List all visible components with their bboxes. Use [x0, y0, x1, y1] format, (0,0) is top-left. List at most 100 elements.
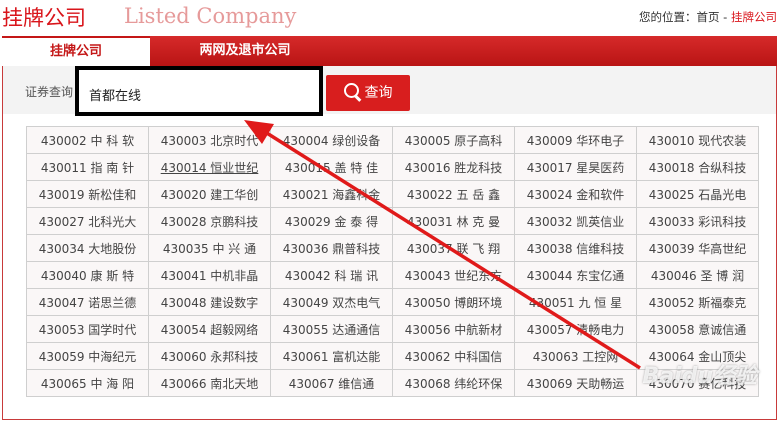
company-link[interactable]: 430036 鼎普科技: [270, 234, 393, 262]
company-label: 430032 凯英信业: [526, 214, 625, 229]
company-link[interactable]: 430038 信维科技: [514, 234, 637, 262]
company-label: 430033 彩讯科技: [648, 214, 747, 229]
company-link[interactable]: 430022 五 岳 鑫: [392, 180, 515, 208]
breadcrumb-current: 挂牌公司: [731, 10, 777, 24]
company-link[interactable]: 430050 博朗环境: [392, 288, 515, 316]
company-link[interactable]: 430020 建工华创: [148, 180, 271, 208]
company-label: 430002 中 科 软: [40, 133, 135, 148]
company-label: 430054 超毅网络: [160, 322, 259, 337]
company-link[interactable]: 430061 富机达能: [270, 342, 393, 370]
breadcrumb-home-link[interactable]: 首页: [697, 10, 720, 24]
company-link[interactable]: 430028 京鹏科技: [148, 207, 271, 235]
company-label: 430065 中 海 阳: [40, 376, 135, 391]
company-link[interactable]: 430049 双杰电气: [270, 288, 393, 316]
company-link[interactable]: 430025 石晶光电: [636, 180, 759, 208]
company-link[interactable]: 430059 中海纪元: [26, 342, 149, 370]
company-link[interactable]: 430032 凯英信业: [514, 207, 637, 235]
search-button[interactable]: 查询: [326, 75, 410, 111]
company-label: 430003 北京时代: [160, 133, 259, 148]
company-label: 430035 中 兴 通: [162, 241, 257, 256]
search-input[interactable]: [87, 82, 311, 106]
company-link[interactable]: 430011 指 南 针: [26, 153, 149, 181]
company-link[interactable]: 430019 新松佳和: [26, 180, 149, 208]
company-label: 430046 圣 博 润: [650, 268, 745, 283]
tab-listed-companies[interactable]: 挂牌公司: [2, 36, 150, 66]
table-row: 430011 指 南 针 430014 恒业世纪 430015 盖 特 佳 43001…: [26, 153, 759, 181]
company-link[interactable]: 430034 大地股份: [26, 234, 149, 262]
company-link[interactable]: 430002 中 科 软: [26, 126, 149, 154]
company-link[interactable]: 430053 国学时代: [26, 315, 149, 343]
company-link[interactable]: 430069 天助畅运: [514, 369, 637, 397]
company-link[interactable]: 430068 纬纶环保: [392, 369, 515, 397]
table-row: 430053 国学时代 430054 超毅网络 430055 达通通信 430056 …: [26, 315, 759, 343]
company-link[interactable]: 430009 华环电子: [514, 126, 637, 154]
company-link[interactable]: 430041 中机非晶: [148, 261, 271, 289]
company-link[interactable]: 430063 工控网: [514, 342, 637, 370]
company-link[interactable]: 430039 华高世纪: [636, 234, 759, 262]
company-link[interactable]: 430044 东宝亿通: [514, 261, 637, 289]
company-link[interactable]: 430033 彩讯科技: [636, 207, 759, 235]
company-link[interactable]: 430057 清畅电力: [514, 315, 637, 343]
company-label: 430020 建工华创: [160, 187, 259, 202]
company-link[interactable]: 430043 世纪东方: [392, 261, 515, 289]
company-link[interactable]: 430047 诺思兰德: [26, 288, 149, 316]
company-link[interactable]: 430062 中科国信: [392, 342, 515, 370]
company-label: 430050 博朗环境: [404, 295, 503, 310]
company-link[interactable]: 430067 维信通: [270, 369, 393, 397]
company-label: 430055 达通通信: [282, 322, 381, 337]
company-label: 430024 金和软件: [526, 187, 625, 202]
company-label: 430009 华环电子: [526, 133, 625, 148]
company-link[interactable]: 430056 中航新材: [392, 315, 515, 343]
company-link[interactable]: 430040 康 斯 特: [26, 261, 149, 289]
company-link[interactable]: 430066 南北天地: [148, 369, 271, 397]
company-label: 430022 五 岳 鑫: [406, 187, 501, 202]
company-link[interactable]: 430058 意诚信通: [636, 315, 759, 343]
company-link[interactable]: 430031 林 克 曼: [392, 207, 515, 235]
search-icon: [343, 83, 359, 98]
company-link[interactable]: 430016 胜龙科技: [392, 153, 515, 181]
company-link[interactable]: 430005 原子高科: [392, 126, 515, 154]
company-link[interactable]: 430055 达通通信: [270, 315, 393, 343]
company-link[interactable]: 430051 九 恒 星: [514, 288, 637, 316]
search-label: 证券查询: [25, 85, 74, 99]
company-label: 430017 星昊医药: [526, 160, 625, 175]
company-link[interactable]: 430018 合纵科技: [636, 153, 759, 181]
company-link[interactable]: 430052 斯福泰克: [636, 288, 759, 316]
company-link[interactable]: 430003 北京时代: [148, 126, 271, 154]
company-label: 430060 永邦科技: [160, 349, 259, 364]
company-label: 430010 现代农装: [648, 133, 747, 148]
company-link[interactable]: 430014 恒业世纪: [148, 153, 271, 181]
breadcrumb-separator: -: [719, 10, 731, 24]
company-link[interactable]: 430027 北科光大: [26, 207, 149, 235]
company-label: 430014 恒业世纪: [160, 160, 259, 175]
company-link[interactable]: 430010 现代农装: [636, 126, 759, 154]
company-table: 430002 中 科 软 430003 北京时代 430004 绿创设备 430005…: [26, 126, 759, 397]
company-link[interactable]: 430042 科 瑞 讯: [270, 261, 393, 289]
company-link[interactable]: 430046 圣 博 润: [636, 261, 759, 289]
company-link[interactable]: 430021 海鑫科金: [270, 180, 393, 208]
company-link[interactable]: 430037 联 飞 翔: [392, 234, 515, 262]
company-link[interactable]: 430048 建设数字: [148, 288, 271, 316]
company-link[interactable]: 430017 星昊医药: [514, 153, 637, 181]
company-label: 430057 清畅电力: [526, 322, 625, 337]
company-label: 430019 新松佳和: [38, 187, 137, 202]
breadcrumb: 您的位置：首页 - 挂牌公司: [639, 9, 777, 25]
company-label: 430039 华高世纪: [648, 241, 747, 256]
company-link[interactable]: 430004 绿创设备: [270, 126, 393, 154]
company-link[interactable]: 430054 超毅网络: [148, 315, 271, 343]
company-label: 430034 大地股份: [38, 241, 137, 256]
company-label: 430040 康 斯 特: [40, 268, 135, 283]
company-link[interactable]: 430024 金和软件: [514, 180, 637, 208]
company-link[interactable]: 430029 金 泰 得: [270, 207, 393, 235]
company-label: 430036 鼎普科技: [282, 241, 381, 256]
company-link[interactable]: 430015 盖 特 佳: [270, 153, 393, 181]
company-label: 430061 富机达能: [282, 349, 381, 364]
company-link[interactable]: 430035 中 兴 通: [148, 234, 271, 262]
company-link[interactable]: 430060 永邦科技: [148, 342, 271, 370]
search-input-highlight: [75, 66, 323, 116]
table-row: 430027 北科光大 430028 京鹏科技 430029 金 泰 得 430031…: [26, 207, 759, 235]
company-label: 430051 九 恒 星: [528, 295, 623, 310]
company-link[interactable]: 430065 中 海 阳: [26, 369, 149, 397]
tab-delisted-companies[interactable]: 两网及退市公司: [150, 36, 340, 66]
company-label: 430037 联 飞 翔: [406, 241, 501, 256]
